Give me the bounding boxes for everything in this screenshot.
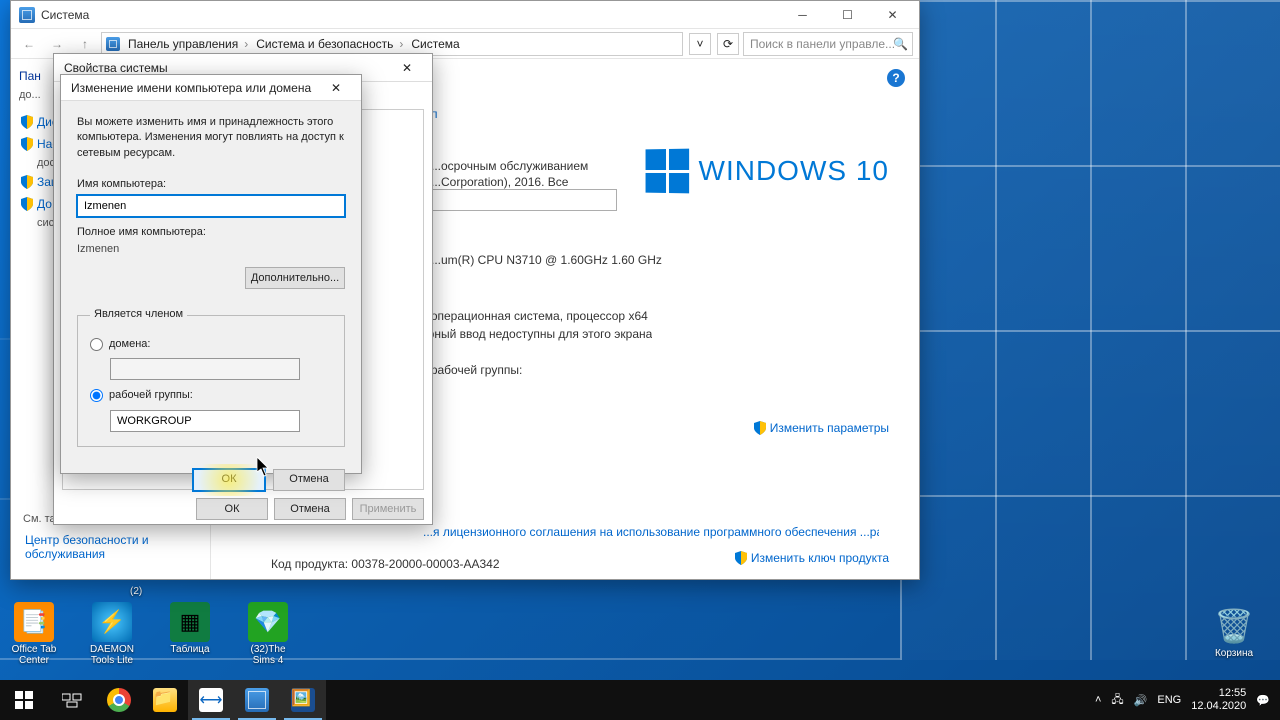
titlebar[interactable]: Система ─ ☐ ✕ [11,1,919,29]
radio-domain[interactable]: домена: [90,337,332,352]
desktop-icons: 📑Office Tab Center ⚡DAEMON Tools Lite ▦Т… [6,602,296,666]
info-pen: ...орный ввод недоступны для этого экран… [411,327,652,341]
dialog-title: Изменение имени компьютера или домена [71,81,315,95]
close-button[interactable]: ✕ [870,2,915,28]
maximize-button[interactable]: ☐ [825,2,870,28]
breadcrumb-seg[interactable]: Система и безопасность [252,37,407,51]
computer-name-input[interactable] [77,195,345,217]
history-dropdown[interactable]: ˅ [689,33,711,55]
full-label: Полное имя компьютера: [77,225,345,240]
change-name-dialog: Изменение имени компьютера или домена ✕ … [60,74,362,474]
back-button[interactable]: ← [17,32,41,56]
windows-icon [15,691,33,709]
intro-text: Вы можете изменить имя и принадлежность … [77,115,345,161]
info-edition: ...осрочным обслуживанием [431,159,588,173]
desktop-icon-table[interactable]: ▦Таблица [162,602,218,666]
pc-icon [106,37,120,51]
name-label: Имя компьютера: [77,177,345,192]
link-change-params[interactable]: Изменить параметры [754,421,889,435]
close-button[interactable]: ✕ [315,76,357,100]
system-icon [19,7,35,23]
taskbar-app-explorer[interactable]: 📁 [142,680,188,720]
system-tray: ˄ 🖧 🔊 ENG 12:5512.04.2020 💬 [1085,680,1280,720]
info-cpu: ...um(R) CPU N3710 @ 1.60GHz 1.60 GHz [431,253,662,267]
dialog-titlebar[interactable]: Изменение имени компьютера или домена ✕ [61,75,361,101]
recycle-bin[interactable]: 🗑️Корзина [1206,606,1262,659]
badge-count: (2) [130,586,142,597]
close-button[interactable]: ✕ [386,56,428,80]
breadcrumb-seg[interactable]: Система [407,37,469,51]
dialog-title: Свойства системы [64,61,386,75]
tray-clock[interactable]: 12:5512.04.2020 [1191,687,1246,713]
forward-button[interactable]: → [45,32,69,56]
up-button[interactable]: ↑ [73,32,97,56]
shield-icon [21,115,33,129]
taskbar-app-control-panel[interactable] [234,680,280,720]
breadcrumb[interactable]: Панель управления Система и безопасность… [101,32,683,56]
task-view-button[interactable] [48,680,96,720]
tray-network-icon[interactable]: 🖧 [1111,691,1123,710]
system-icon [245,688,269,712]
search-input[interactable]: Поиск в панели управле...🔍 [743,32,913,56]
product-key: Код продукта: 00378-20000-00003-AA342 [271,557,500,571]
shield-icon [21,175,33,189]
radio-workgroup[interactable]: рабочей группы: [90,388,332,403]
taskbar: 📁 ⟷ 🖼️ ˄ 🖧 🔊 ENG 12:5512.04.2020 💬 [0,680,1280,720]
desktop-icon-sims[interactable]: 💎(32)The Sims 4 [240,602,296,666]
taskbar-app-picture[interactable]: 🖼️ [280,680,326,720]
taskbar-app-teamviewer[interactable]: ⟷ [188,680,234,720]
taskbar-app-chrome[interactable] [96,680,142,720]
tray-volume-icon[interactable]: 🔊 [1134,694,1148,707]
ok-button[interactable]: ОК [193,469,265,491]
shield-icon [735,551,747,565]
link-change-key[interactable]: Изменить ключ продукта [735,551,889,565]
shield-icon [21,197,33,211]
link-license[interactable]: ...я лицензионного соглашения на использ… [423,525,879,539]
ok-button[interactable]: ОК [196,498,268,520]
help-icon[interactable]: ? [887,69,905,87]
membership-group: Является членом домена: рабочей группы: [77,307,345,446]
group-legend: Является членом [90,307,187,322]
tray-chevron-icon[interactable]: ˄ [1095,694,1101,706]
shield-icon [21,137,33,151]
breadcrumb-seg[interactable]: Панель управления [124,37,252,51]
apply-button: Применить [352,498,424,520]
tray-notifications-icon[interactable]: 💬 [1256,694,1270,707]
info-copyright: ...Corporation), 2016. Все [431,175,568,189]
domain-input [110,358,300,380]
info-systype: ...я операционная система, процессор x64 [411,309,648,323]
desktop-icon-daemon[interactable]: ⚡DAEMON Tools Lite [84,602,140,666]
shield-icon [754,421,766,435]
cancel-button[interactable]: Отмена [274,498,346,520]
full-value: Izmenen [77,242,345,257]
cancel-button[interactable]: Отмена [273,469,345,491]
window-title: Система [41,8,780,22]
search-icon: 🔍 [893,37,908,51]
minimize-button[interactable]: ─ [780,2,825,28]
more-button[interactable]: Дополнительно... [245,267,345,289]
tray-language[interactable]: ENG [1157,694,1181,706]
desktop-icon-office[interactable]: 📑Office Tab Center [6,602,62,666]
refresh-button[interactable]: ⟳ [717,33,739,55]
link-security-center[interactable]: Центр безопасности и обслуживания [23,529,203,565]
start-button[interactable] [0,680,48,720]
windows10-logo: WINDOWS 10 [645,149,889,193]
workgroup-input[interactable] [110,410,300,432]
